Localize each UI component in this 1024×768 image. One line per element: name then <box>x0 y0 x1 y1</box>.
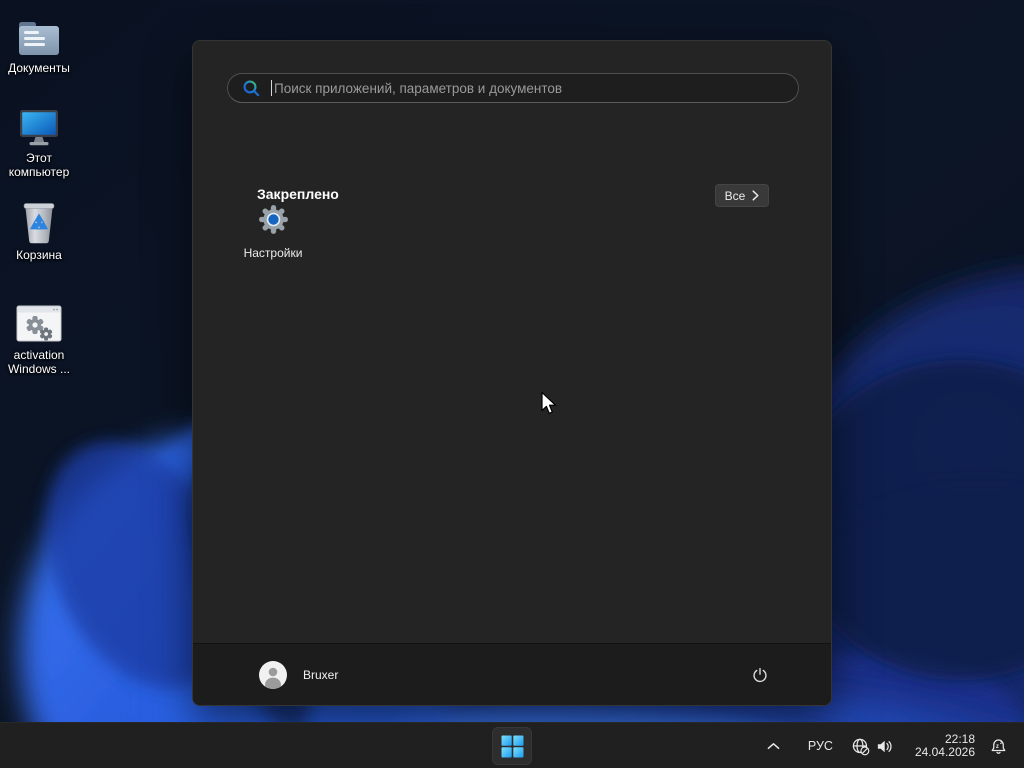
search-input[interactable]: Поиск приложений, параметров и документо… <box>227 73 799 103</box>
windows-logo-icon <box>501 735 524 758</box>
all-apps-button-label: Все <box>724 188 746 203</box>
desktop-icon-documents[interactable]: Документы <box>0 12 78 75</box>
speaker-icon <box>875 737 894 756</box>
app-window-gears-icon <box>16 299 62 345</box>
desktop-icon-label: Корзина <box>16 248 62 262</box>
power-button[interactable] <box>743 658 777 692</box>
language-label: РУС <box>807 739 833 753</box>
clock[interactable]: 22:18 24.04.2026 <box>911 730 979 763</box>
user-account-button[interactable]: Bruxer <box>259 655 348 695</box>
search-placeholder: Поиск приложений, параметров и документо… <box>274 80 563 96</box>
notification-center-button[interactable]: z z <box>987 733 1010 760</box>
pinned-app-settings[interactable]: Настройки <box>227 185 319 271</box>
bell-dnd-icon: z z <box>989 737 1008 756</box>
desktop-icon-label: activation Windows ... <box>7 348 70 376</box>
desktop-icon-label: Документы <box>8 61 70 75</box>
all-apps-button[interactable]: Все <box>715 184 769 207</box>
system-tray: РУС 22:18 24.04.2026 z z <box>761 723 1010 768</box>
start-button[interactable] <box>492 727 532 765</box>
desktop-icon-recycle-bin[interactable]: Корзина <box>0 199 78 262</box>
user-avatar <box>259 660 287 689</box>
power-icon <box>751 666 769 684</box>
desktop-icon-label: Этот компьютер <box>8 151 70 179</box>
start-menu-panel: Поиск приложений, параметров и документо… <box>192 40 832 706</box>
tray-date: 24.04.2026 <box>914 745 975 759</box>
chevron-up-icon <box>767 742 780 750</box>
chevron-right-icon <box>752 190 759 201</box>
this-pc-icon <box>19 102 59 148</box>
desktop-icon-this-pc[interactable]: Этот компьютер <box>0 102 78 179</box>
desktop-icon-activation-windows[interactable]: activation Windows ... <box>0 299 78 376</box>
globe-no-internet-icon <box>851 737 870 756</box>
svg-text:z: z <box>996 743 999 750</box>
recycle-bin-icon <box>21 199 57 245</box>
search-icon <box>242 79 261 98</box>
text-caret <box>271 80 272 96</box>
folder-icon <box>17 12 61 58</box>
tray-time: 22:18 <box>944 731 975 746</box>
user-name: Bruxer <box>303 667 339 682</box>
network-volume-button[interactable] <box>847 733 898 760</box>
language-indicator[interactable]: РУС <box>802 735 839 757</box>
pinned-app-label: Настройки <box>243 245 303 260</box>
taskbar: РУС 22:18 24.04.2026 z z <box>0 722 1024 768</box>
start-menu-footer: Bruxer <box>193 643 831 705</box>
hidden-icons-button[interactable] <box>761 736 786 756</box>
settings-gear-icon <box>258 203 289 237</box>
